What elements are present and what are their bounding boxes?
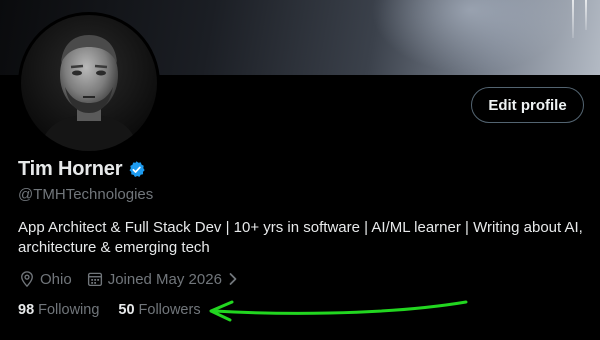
profile-location: Ohio <box>18 270 72 288</box>
following-link[interactable]: 98 Following <box>18 302 99 318</box>
calendar-icon <box>87 272 102 287</box>
location-pin-icon <box>21 271 33 288</box>
banner-light-streak <box>572 0 574 38</box>
banner-light-streak <box>585 0 587 30</box>
display-name: Tim Horner <box>18 158 123 180</box>
profile-handle: @TMHTechnologies <box>18 186 154 203</box>
avatar[interactable] <box>18 12 160 154</box>
followers-label: Followers <box>138 302 201 318</box>
profile-name-row: Tim Horner <box>18 158 146 181</box>
joined-text: Joined May 2026 <box>107 270 222 288</box>
profile-joined: Joined May 2026 <box>86 270 242 288</box>
following-count: 98 <box>18 302 35 318</box>
avatar-portrait-image <box>21 15 157 151</box>
follow-stats: 98 Following 50 Followers <box>18 302 201 318</box>
profile-bio: App Architect & Full Stack Dev | 10+ yrs… <box>18 219 583 256</box>
verified-badge-icon[interactable] <box>127 160 146 179</box>
chevron-right-icon[interactable] <box>228 272 238 286</box>
location-text: Ohio <box>40 270 72 288</box>
followers-link[interactable]: 50 Followers <box>118 302 200 318</box>
followers-count: 50 <box>118 302 135 318</box>
edit-profile-button[interactable]: Edit profile <box>471 87 584 123</box>
following-label: Following <box>38 302 100 318</box>
profile-meta-row: Ohio Joined May 2026 <box>18 270 242 288</box>
